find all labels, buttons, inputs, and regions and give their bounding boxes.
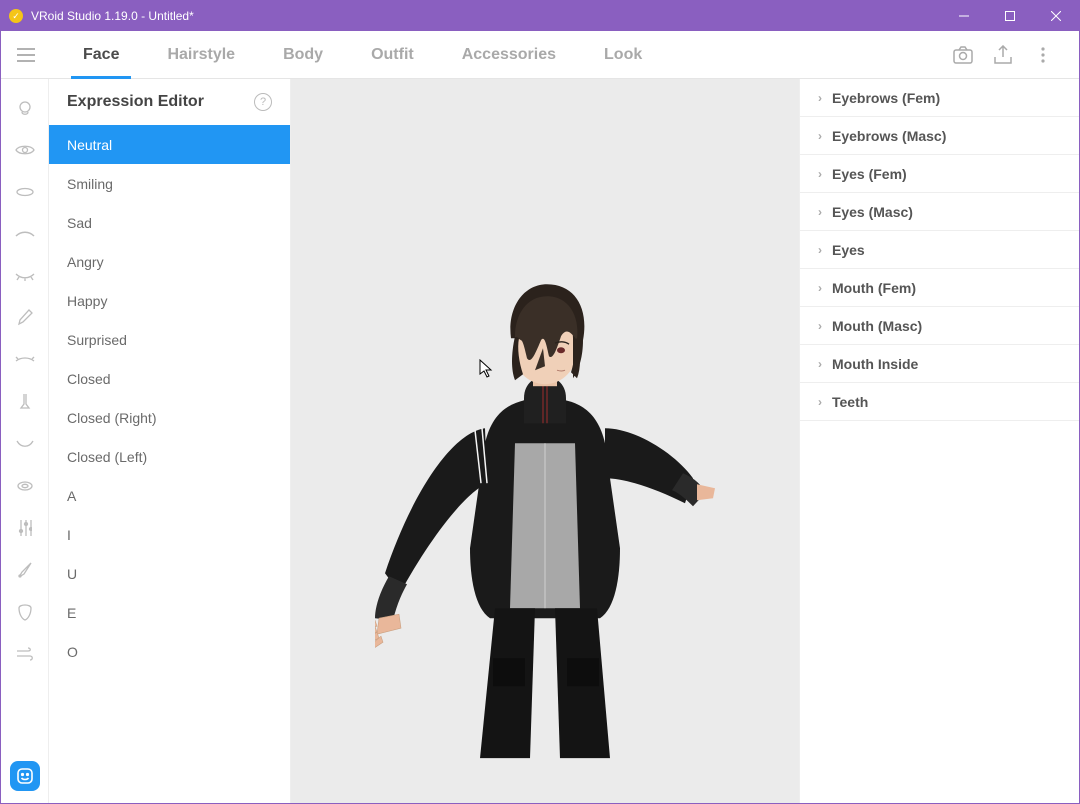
tab-look[interactable]: Look <box>580 31 666 79</box>
blendshape-label: Teeth <box>832 394 868 410</box>
tab-accessories[interactable]: Accessories <box>438 31 580 79</box>
blendshape-group[interactable]: › Eyebrows (Fem) <box>800 79 1079 117</box>
viewport-3d[interactable] <box>291 79 799 803</box>
blendshape-group[interactable]: › Eyes (Fem) <box>800 155 1079 193</box>
blendshape-group[interactable]: › Eyebrows (Masc) <box>800 117 1079 155</box>
menu-button[interactable] <box>9 38 43 72</box>
app-logo-icon: ✓ <box>9 9 23 23</box>
chevron-right-icon: › <box>818 281 822 295</box>
blendshape-label: Mouth (Masc) <box>832 318 922 334</box>
eyeline-icon[interactable] <box>14 349 36 371</box>
help-icon[interactable]: ? <box>254 93 272 111</box>
chevron-right-icon: › <box>818 319 822 333</box>
expression-item[interactable]: Surprised <box>49 320 290 359</box>
expression-item[interactable]: Happy <box>49 281 290 320</box>
blendshape-label: Mouth (Fem) <box>832 280 916 296</box>
chevron-right-icon: › <box>818 91 822 105</box>
eyelash-icon[interactable] <box>14 265 36 287</box>
tab-outfit[interactable]: Outfit <box>347 31 438 79</box>
blendshape-group[interactable]: › Eyes <box>800 231 1079 269</box>
right-panel: › Eyebrows (Fem) › Eyebrows (Masc) › Eyes (Fe… <box>799 79 1079 803</box>
head-icon[interactable] <box>14 97 36 119</box>
panel-title: Expression Editor <box>67 93 204 111</box>
blendshape-label: Eyebrows (Fem) <box>832 90 940 106</box>
chevron-right-icon: › <box>818 395 822 409</box>
outline-icon[interactable] <box>14 559 36 581</box>
chevron-right-icon: › <box>818 167 822 181</box>
blendshape-label: Eyes <box>832 242 865 258</box>
tab-hairstyle[interactable]: Hairstyle <box>143 31 259 79</box>
window-title: VRoid Studio 1.19.0 - Untitled* <box>31 9 941 23</box>
icon-rail <box>1 79 49 803</box>
blendshape-label: Eyes (Fem) <box>832 166 907 182</box>
blendshape-label: Eyes (Masc) <box>832 204 913 220</box>
chevron-right-icon: › <box>818 243 822 257</box>
tab-face[interactable]: Face <box>59 31 143 79</box>
expression-item[interactable]: Sad <box>49 203 290 242</box>
blendshape-group[interactable]: › Mouth (Masc) <box>800 307 1079 345</box>
eye-icon[interactable] <box>14 139 36 161</box>
blendshape-label: Eyebrows (Masc) <box>832 128 946 144</box>
ear-icon[interactable] <box>14 475 36 497</box>
maximize-button[interactable] <box>987 1 1033 31</box>
expression-item[interactable]: Angry <box>49 242 290 281</box>
chevron-right-icon: › <box>818 357 822 371</box>
chevron-right-icon: › <box>818 129 822 143</box>
minimize-button[interactable] <box>941 1 987 31</box>
expression-item[interactable]: Smiling <box>49 164 290 203</box>
chevron-right-icon: › <box>818 205 822 219</box>
camera-button[interactable] <box>951 43 975 67</box>
blendshape-group[interactable]: › Teeth <box>800 383 1079 421</box>
blendshape-group[interactable]: › Mouth (Fem) <box>800 269 1079 307</box>
expression-item[interactable]: O <box>49 632 290 671</box>
main-tabs: FaceHairstyleBodyOutfitAccessoriesLook <box>59 31 951 79</box>
nose-icon[interactable] <box>14 391 36 413</box>
expression-item[interactable]: Closed <box>49 359 290 398</box>
expression-item[interactable]: I <box>49 515 290 554</box>
blendshape-group[interactable]: › Mouth Inside <box>800 345 1079 383</box>
wind-icon[interactable] <box>14 643 36 665</box>
eyebrow-icon[interactable] <box>14 223 36 245</box>
expression-editor-button[interactable] <box>10 761 40 791</box>
close-button[interactable] <box>1033 1 1079 31</box>
top-toolbar: FaceHairstyleBodyOutfitAccessoriesLook <box>1 31 1079 79</box>
blendshape-label: Mouth Inside <box>832 356 918 372</box>
export-button[interactable] <box>991 43 1015 67</box>
mouthcurve-icon[interactable] <box>14 433 36 455</box>
mouse-cursor-icon <box>479 359 493 379</box>
expression-item[interactable]: U <box>49 554 290 593</box>
lips-icon[interactable] <box>14 181 36 203</box>
tab-body[interactable]: Body <box>259 31 347 79</box>
paintbrush-icon[interactable] <box>14 307 36 329</box>
faceoutline-icon[interactable] <box>14 601 36 623</box>
sliders-icon[interactable] <box>14 517 36 539</box>
blendshape-group[interactable]: › Eyes (Masc) <box>800 193 1079 231</box>
expression-item[interactable]: E <box>49 593 290 632</box>
expression-item[interactable]: Neutral <box>49 125 290 164</box>
window-titlebar: ✓ VRoid Studio 1.19.0 - Untitled* <box>1 1 1079 31</box>
expression-item[interactable]: A <box>49 476 290 515</box>
expression-item[interactable]: Closed (Left) <box>49 437 290 476</box>
expression-item[interactable]: Closed (Right) <box>49 398 290 437</box>
more-button[interactable] <box>1031 43 1055 67</box>
left-panel: Expression Editor ? NeutralSmilingSadAng… <box>49 79 291 803</box>
avatar-model <box>375 278 715 758</box>
